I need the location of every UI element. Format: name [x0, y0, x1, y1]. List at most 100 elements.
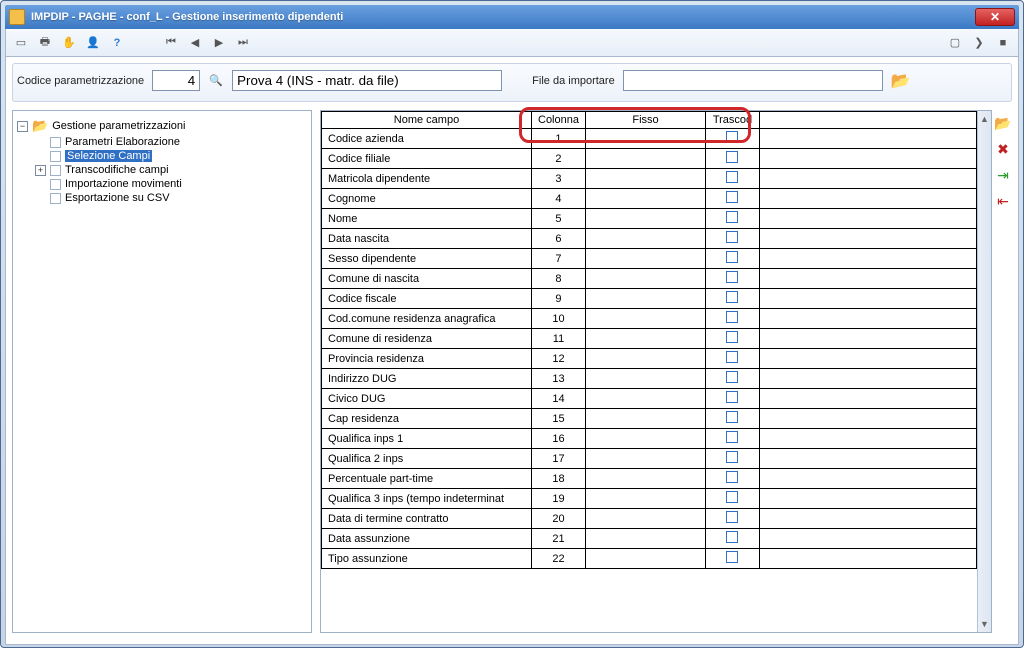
nav-next-icon[interactable]: ▶ [208, 32, 230, 54]
cell-trascod[interactable] [705, 409, 759, 429]
table-row[interactable]: Data assunzione21 [322, 529, 977, 549]
cell-nome[interactable]: Percentuale part-time [322, 469, 532, 489]
trascod-checkbox[interactable] [726, 531, 738, 543]
cell-fisso[interactable] [585, 329, 705, 349]
table-row[interactable]: Data di termine contratto20 [322, 509, 977, 529]
tree-item[interactable]: Selezione Campi [33, 149, 309, 163]
help-icon[interactable]: ? [106, 32, 128, 54]
trascod-checkbox[interactable] [726, 231, 738, 243]
cell-nome[interactable]: Matricola dipendente [322, 169, 532, 189]
cell-nome[interactable]: Sesso dipendente [322, 249, 532, 269]
trascod-checkbox[interactable] [726, 151, 738, 163]
cell-trascod[interactable] [705, 509, 759, 529]
cell-colonna[interactable]: 13 [532, 369, 586, 389]
table-row[interactable]: Cognome4 [322, 189, 977, 209]
cell-colonna[interactable]: 19 [532, 489, 586, 509]
trascod-checkbox[interactable] [726, 311, 738, 323]
hand-icon[interactable]: ✋ [58, 32, 80, 54]
table-row[interactable]: Codice azienda1 [322, 129, 977, 149]
cell-trascod[interactable] [705, 229, 759, 249]
lookup-icon[interactable]: 🔍 [208, 73, 224, 89]
cell-nome[interactable]: Data nascita [322, 229, 532, 249]
cell-fisso[interactable] [585, 449, 705, 469]
cell-trascod[interactable] [705, 469, 759, 489]
cell-nome[interactable]: Indirizzo DUG [322, 369, 532, 389]
cell-trascod[interactable] [705, 309, 759, 329]
browse-folder-icon[interactable]: 📂 [891, 71, 911, 91]
cell-trascod[interactable] [705, 129, 759, 149]
cell-nome[interactable]: Qualifica 2 inps [322, 449, 532, 469]
cell-colonna[interactable]: 10 [532, 309, 586, 329]
cell-fisso[interactable] [585, 249, 705, 269]
cell-nome[interactable]: Data assunzione [322, 529, 532, 549]
trascod-checkbox[interactable] [726, 331, 738, 343]
cell-nome[interactable]: Codice filiale [322, 149, 532, 169]
table-row[interactable]: Codice fiscale9 [322, 289, 977, 309]
cell-trascod[interactable] [705, 249, 759, 269]
table-row[interactable]: Comune di residenza11 [322, 329, 977, 349]
cell-fisso[interactable] [585, 429, 705, 449]
header-fisso[interactable]: Fisso [585, 112, 705, 129]
cell-trascod[interactable] [705, 429, 759, 449]
cell-fisso[interactable] [585, 149, 705, 169]
trascod-checkbox[interactable] [726, 211, 738, 223]
cell-trascod[interactable] [705, 489, 759, 509]
table-row[interactable]: Nome5 [322, 209, 977, 229]
nav-prev-icon[interactable]: ◀ [184, 32, 206, 54]
cell-trascod[interactable] [705, 529, 759, 549]
cell-nome[interactable]: Provincia residenza [322, 349, 532, 369]
table-row[interactable]: Comune di nascita8 [322, 269, 977, 289]
tree-root-item[interactable]: − 📂 Gestione parametrizzazioni [15, 117, 309, 135]
expand-icon[interactable]: + [35, 165, 46, 176]
cell-colonna[interactable]: 6 [532, 229, 586, 249]
header-colonna[interactable]: Colonna [532, 112, 586, 129]
table-row[interactable]: Civico DUG14 [322, 389, 977, 409]
cell-nome[interactable]: Codice azienda [322, 129, 532, 149]
cell-colonna[interactable]: 7 [532, 249, 586, 269]
cell-fisso[interactable] [585, 269, 705, 289]
cell-trascod[interactable] [705, 349, 759, 369]
table-row[interactable]: Sesso dipendente7 [322, 249, 977, 269]
trascod-checkbox[interactable] [726, 431, 738, 443]
cell-colonna[interactable]: 2 [532, 149, 586, 169]
cell-colonna[interactable]: 20 [532, 509, 586, 529]
trascod-checkbox[interactable] [726, 511, 738, 523]
cell-fisso[interactable] [585, 509, 705, 529]
cell-colonna[interactable]: 8 [532, 269, 586, 289]
cell-colonna[interactable]: 18 [532, 469, 586, 489]
cell-nome[interactable]: Nome [322, 209, 532, 229]
cell-nome[interactable]: Civico DUG [322, 389, 532, 409]
vertical-scrollbar[interactable]: ▲ ▼ [977, 111, 991, 632]
cell-fisso[interactable] [585, 489, 705, 509]
cell-fisso[interactable] [585, 529, 705, 549]
action-a-icon[interactable]: ▢ [944, 32, 966, 54]
table-row[interactable]: Data nascita6 [322, 229, 977, 249]
cell-fisso[interactable] [585, 189, 705, 209]
trascod-checkbox[interactable] [726, 491, 738, 503]
cell-nome[interactable]: Qualifica inps 1 [322, 429, 532, 449]
cell-colonna[interactable]: 17 [532, 449, 586, 469]
cell-fisso[interactable] [585, 309, 705, 329]
cell-colonna[interactable]: 22 [532, 549, 586, 569]
collapse-icon[interactable]: − [17, 121, 28, 132]
cell-colonna[interactable]: 16 [532, 429, 586, 449]
cell-trascod[interactable] [705, 389, 759, 409]
trascod-checkbox[interactable] [726, 471, 738, 483]
export-icon[interactable]: ⇤ [994, 192, 1012, 210]
code-input[interactable] [152, 70, 200, 91]
action-c-icon[interactable]: ■ [992, 32, 1014, 54]
cell-colonna[interactable]: 21 [532, 529, 586, 549]
trascod-checkbox[interactable] [726, 451, 738, 463]
table-row[interactable]: Percentuale part-time18 [322, 469, 977, 489]
trascod-checkbox[interactable] [726, 131, 738, 143]
trascod-checkbox[interactable] [726, 391, 738, 403]
cell-nome[interactable]: Qualifica 3 inps (tempo indeterminat [322, 489, 532, 509]
import-icon[interactable]: ⇥ [994, 166, 1012, 184]
trascod-checkbox[interactable] [726, 411, 738, 423]
cell-fisso[interactable] [585, 169, 705, 189]
table-row[interactable]: Indirizzo DUG13 [322, 369, 977, 389]
table-row[interactable]: Cap residenza15 [322, 409, 977, 429]
screen-icon[interactable]: ▭ [10, 32, 32, 54]
trascod-checkbox[interactable] [726, 171, 738, 183]
cell-nome[interactable]: Codice fiscale [322, 289, 532, 309]
